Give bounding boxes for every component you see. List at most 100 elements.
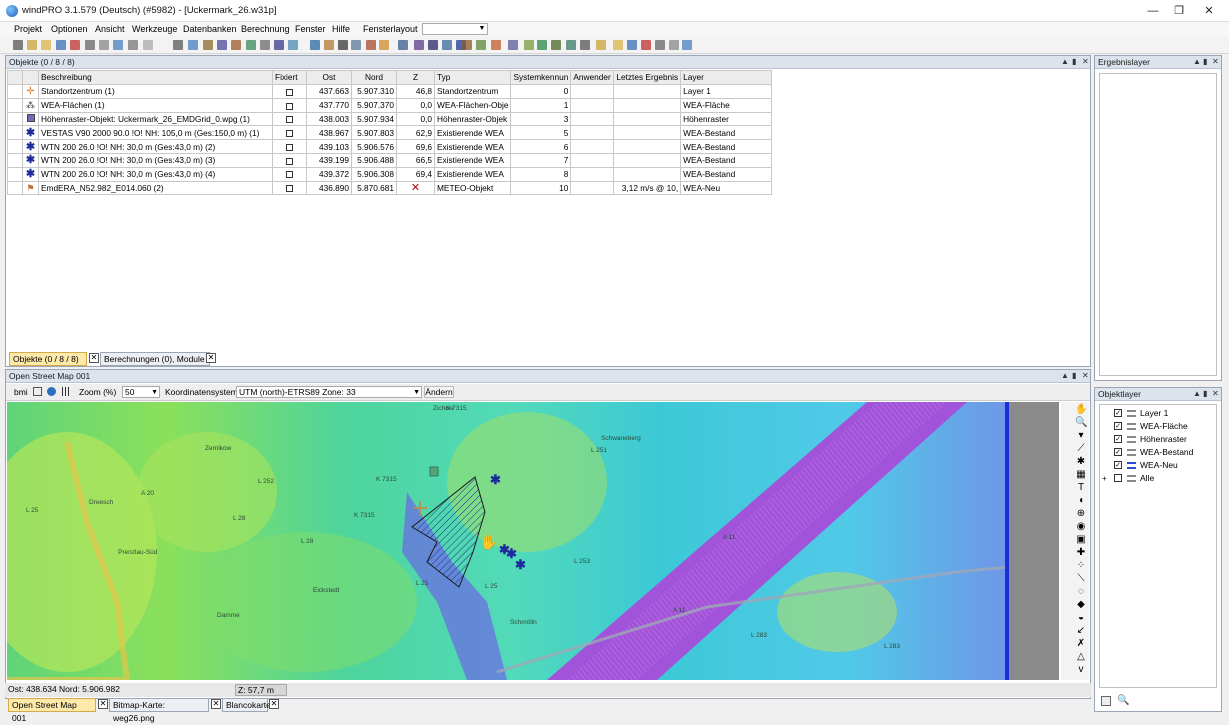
arrow-icon[interactable]: ↙ (1075, 625, 1087, 637)
undo-icon[interactable] (669, 40, 679, 50)
menu-fensterlayout[interactable]: Fensterlayout (363, 23, 418, 35)
leaf-icon[interactable] (476, 40, 486, 50)
chart-icon[interactable] (231, 40, 241, 50)
dots-icon[interactable]: ⁘ (1075, 560, 1087, 572)
tab-open-street-map[interactable]: Open Street Map 001 (8, 698, 96, 723)
turbine-icon[interactable]: ✱ (1075, 456, 1087, 468)
layer-checkbox[interactable]: ✓ (1114, 448, 1122, 456)
column-fixiert[interactable]: Fixiert (272, 70, 307, 85)
fixed-checkbox[interactable] (286, 88, 293, 96)
table-row[interactable]: ✱ WTN 200 26.0 !O! NH: 30,0 m (Ges:43,0 m… (7, 139, 773, 154)
map-icon[interactable] (246, 40, 256, 50)
terrain-icon[interactable] (338, 40, 348, 50)
sphere-icon[interactable] (398, 40, 408, 50)
layout-select[interactable]: ▼ (422, 23, 488, 35)
fixed-checkbox[interactable] (286, 143, 293, 151)
cell-fixiert[interactable] (272, 180, 307, 196)
expand-icon[interactable]: + (1102, 472, 1107, 485)
row-selector[interactable] (7, 111, 23, 127)
pin-icon[interactable]: ▮ (1072, 370, 1076, 382)
table-row[interactable]: ✱ VESTAS V90 2000 90.0 !O! NH: 105,0 m (G… (7, 125, 773, 141)
close-tab-icon[interactable]: ✕ (89, 353, 99, 363)
layer-item[interactable]: ✓ WEA-Fläche (1100, 420, 1216, 433)
cross-icon[interactable]: ✚ (1075, 547, 1087, 559)
layer-checkbox[interactable]: ✓ (1114, 409, 1122, 417)
globe-icon[interactable] (47, 387, 56, 396)
zoom-icon[interactable]: 🔍 (1075, 417, 1087, 429)
menu-fenster[interactable]: Fenster (295, 23, 326, 35)
layer-item[interactable]: ✓ Layer 1 (1100, 407, 1216, 420)
ruler-icon[interactable] (173, 40, 183, 50)
map-canvas[interactable]: ✱✱✱✱ ZichowZernikowDreeschPrenzlau-SüdDa… (7, 402, 1059, 680)
line-icon[interactable]: ⟋ (1075, 443, 1087, 455)
save-icon[interactable] (56, 40, 66, 50)
menu-projekt[interactable]: Projekt (14, 23, 42, 35)
cell-fixiert[interactable] (272, 111, 307, 127)
layer-item[interactable]: ✓ Höhenraster (1100, 433, 1216, 446)
circle-icon[interactable]: ◉ (1075, 521, 1087, 533)
row-selector[interactable] (7, 125, 23, 141)
table-row[interactable]: Höhenraster-Objekt: Uckermark_26_EMDGrid… (7, 111, 773, 127)
fixed-checkbox[interactable] (286, 130, 293, 138)
maximize-button[interactable]: ❐ (1164, 3, 1194, 19)
wind-icon[interactable] (324, 40, 334, 50)
column-nord[interactable]: Nord (351, 70, 397, 85)
tab-blancokarte[interactable]: Blancokarte (222, 698, 271, 712)
cell-fixiert[interactable] (272, 125, 307, 141)
panel-arrow-icon[interactable]: ▲ (1193, 56, 1201, 68)
layer-add-icon[interactable] (1101, 696, 1111, 706)
folder-icon[interactable] (613, 40, 623, 50)
column-letztes-ergebnis[interactable]: Letztes Ergebnis (613, 70, 682, 85)
panel-arrow-icon[interactable]: ▲ (1061, 56, 1069, 68)
cell-fixiert[interactable] (272, 97, 307, 113)
open-icon[interactable] (596, 40, 606, 50)
close-tab-icon[interactable]: ✕ (206, 353, 216, 363)
column-layer[interactable]: Layer (680, 70, 773, 85)
delete-icon[interactable] (641, 40, 651, 50)
layer-checkbox[interactable]: ✓ (1114, 435, 1122, 443)
close-tab-icon[interactable]: ✕ (211, 699, 221, 709)
image-icon[interactable] (217, 40, 227, 50)
document-icon[interactable] (524, 40, 534, 50)
layer-checkbox[interactable]: ✓ (1114, 461, 1122, 469)
grid-icon[interactable]: ▦ (1075, 469, 1087, 481)
arrow-icon[interactable] (143, 40, 153, 50)
pencil-icon[interactable]: ⟍ (1075, 573, 1087, 585)
target-icon[interactable]: ⊕ (1075, 508, 1087, 520)
menu-werkzeuge[interactable]: Werkzeuge (132, 23, 177, 35)
delete-icon[interactable]: ✗ (1075, 638, 1087, 650)
export-icon[interactable] (491, 40, 501, 50)
fixed-checkbox[interactable] (286, 185, 293, 193)
globe-icon[interactable] (274, 40, 284, 50)
fixed-checkbox[interactable] (286, 157, 293, 165)
triangle-icon[interactable]: △ (1075, 651, 1087, 663)
diamond-icon[interactable]: ◆ (1075, 599, 1087, 611)
row-selector[interactable] (7, 97, 23, 113)
upload-icon[interactable] (537, 40, 547, 50)
table-row[interactable]: ✛ Standortzentrum (1) 437.663 5.907.310 46,8… (7, 83, 773, 99)
panel-close-icon[interactable]: ✕ (1212, 56, 1219, 68)
delete-icon[interactable] (70, 40, 80, 50)
table-row[interactable]: ✱ WTN 200 26.0 !O! NH: 30,0 m (Ges:43,0 m… (7, 152, 773, 168)
grid-icon[interactable] (62, 387, 71, 396)
column-typ[interactable]: Typ (433, 70, 512, 85)
panel-arrow-icon[interactable]: ▲ (1061, 370, 1069, 382)
layer-search-icon[interactable]: 🔍 (1117, 695, 1129, 706)
menu-datenbanken[interactable]: Datenbanken (183, 23, 237, 35)
menu-ansicht[interactable]: Ansicht (95, 23, 125, 35)
undo-icon[interactable] (99, 40, 109, 50)
moon-icon[interactable]: ◖ (1075, 495, 1087, 507)
table-row[interactable]: ✱ WTN 200 26.0 !O! NH: 30,0 m (Ges:43,0 m… (7, 166, 773, 182)
coord-system-select[interactable]: UTM (north)-ETRS89 Zone: 33 ▼ (236, 386, 422, 398)
layer-item[interactable]: ✓ WEA-Bestand (1100, 446, 1216, 459)
row-selector[interactable] (7, 83, 23, 99)
calc-icon[interactable] (310, 40, 320, 50)
table-icon[interactable] (203, 40, 213, 50)
fixed-checkbox[interactable] (286, 102, 293, 110)
home-icon[interactable] (566, 40, 576, 50)
label-icon[interactable]: ᴠ (1075, 664, 1087, 676)
cell-fixiert[interactable] (272, 139, 307, 154)
row-selector[interactable] (7, 139, 23, 154)
table-row[interactable]: ⁂ WEA-Flächen (1) 437.770 5.907.370 0,0 WEA-F… (7, 97, 773, 113)
row-selector[interactable] (7, 166, 23, 182)
